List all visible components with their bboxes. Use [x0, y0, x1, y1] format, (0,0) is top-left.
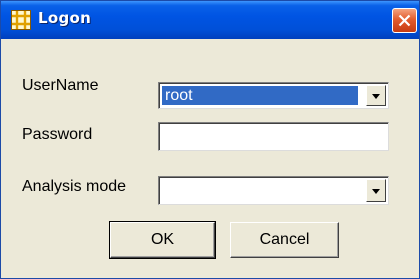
password-value — [162, 126, 168, 145]
chevron-down-icon — [372, 189, 380, 194]
ok-button[interactable]: OK — [109, 221, 216, 259]
analysis-mode-combobox[interactable] — [158, 176, 389, 205]
analysis-mode-label: Analysis mode — [22, 178, 127, 195]
username-label: UserName — [22, 77, 99, 94]
title-bar[interactable]: Logon — [1, 1, 419, 39]
analysis-mode-value — [162, 180, 168, 199]
window-title: Logon — [38, 9, 92, 27]
close-icon — [398, 14, 411, 27]
password-field[interactable] — [158, 122, 389, 151]
ok-button-label: OK — [150, 231, 175, 248]
username-value: root — [162, 86, 358, 105]
close-button[interactable] — [392, 8, 417, 33]
cancel-button[interactable]: Cancel — [230, 222, 339, 258]
username-combobox[interactable]: root — [158, 82, 389, 109]
logon-dialog: Logon UserName root Password Analysis mo… — [0, 0, 420, 279]
analysis-mode-dropdown-button[interactable] — [366, 179, 386, 202]
username-dropdown-button[interactable] — [366, 85, 386, 106]
chevron-down-icon — [372, 94, 380, 99]
cancel-button-label: Cancel — [259, 231, 310, 248]
password-label: Password — [22, 126, 93, 143]
grid-app-icon — [11, 10, 31, 30]
